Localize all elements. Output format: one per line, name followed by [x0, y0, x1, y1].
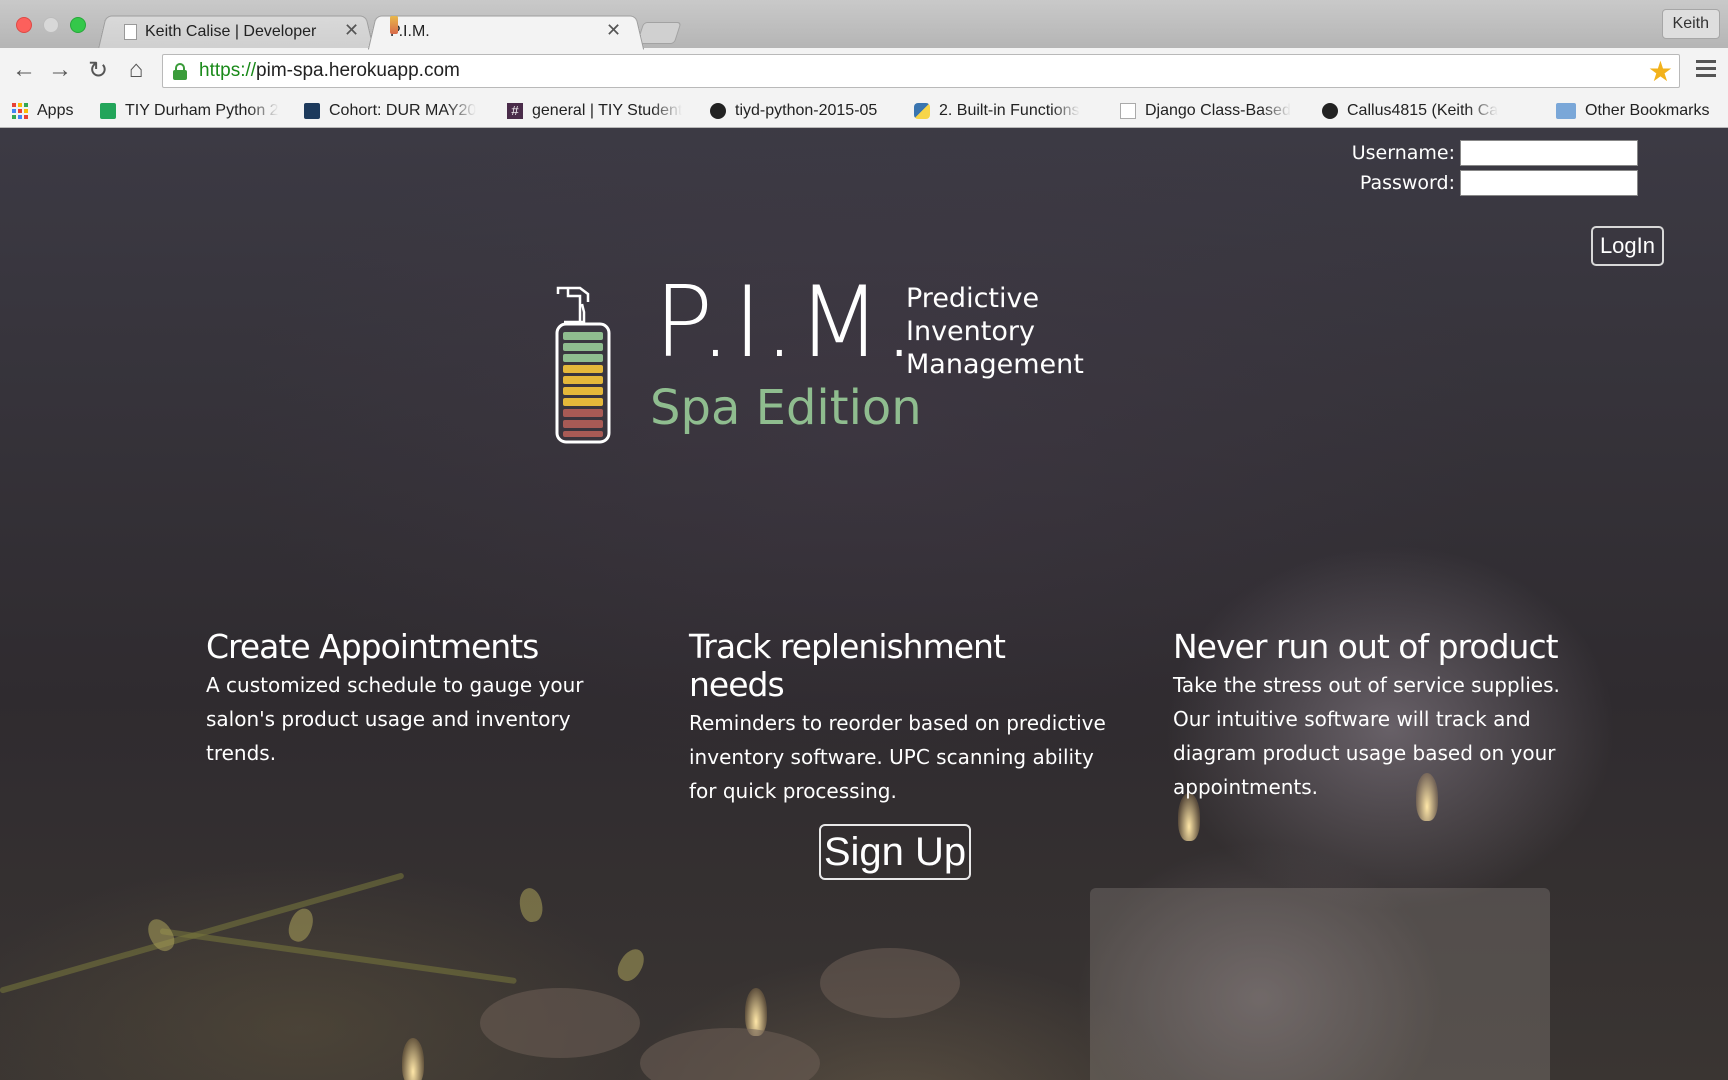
username-label: Username: [1351, 142, 1455, 164]
new-tab-button[interactable] [636, 22, 682, 44]
orchid-bud-image [517, 886, 545, 924]
stone-image [640, 1028, 820, 1080]
minimize-window-button[interactable] [43, 17, 59, 33]
pump-bottle-icon [555, 286, 611, 444]
bottle-favicon-icon [390, 16, 398, 34]
apps-grid-icon [12, 103, 28, 119]
bookmark-other[interactable]: Other Bookmarks [1556, 100, 1709, 122]
tagline-line: Predictive [906, 283, 1040, 314]
feature-replenishment: Track replenishment needs Reminders to r… [689, 628, 1109, 808]
password-label: Password: [1359, 172, 1455, 194]
home-icon[interactable]: ⌂ [122, 56, 150, 84]
zoom-window-button[interactable] [70, 17, 86, 33]
bookmark-label: Other Bookmarks [1585, 102, 1710, 119]
bookmark-label: general | TIY Student [532, 102, 683, 119]
tab-keith-calise-content[interactable]: Keith Calise | Developer [124, 16, 344, 48]
bookmark-label: Cohort: DUR MAY20 [329, 102, 477, 119]
url-host: pim-spa.herokuapp.com [256, 60, 460, 81]
bookmark-django[interactable]: Django Class-Based [1120, 100, 1302, 122]
tagline-line: Inventory [906, 316, 1035, 347]
reload-icon[interactable]: ↻ [84, 56, 112, 84]
bookmark-callus4815[interactable]: Callus4815 (Keith Ca [1322, 100, 1506, 122]
cohort-icon [304, 103, 320, 119]
tab-title: Keith Calise | Developer [145, 23, 317, 40]
page-icon [1120, 103, 1136, 119]
page-body: Username: Password: LogIn P.I.M. Predict… [0, 128, 1728, 1080]
signup-button[interactable]: Sign Up [819, 824, 971, 880]
candle-image [1090, 888, 1550, 1080]
back-arrow-icon[interactable]: ← [10, 56, 38, 84]
profile-button[interactable]: Keith [1661, 9, 1720, 39]
feature-text: Reminders to reorder based on predictive… [689, 711, 1106, 803]
sheets-icon [100, 103, 116, 119]
username-row: Username: [1352, 140, 1638, 166]
python-icon [914, 103, 930, 119]
browser-titlebar: Keith Calise | Developer ✕ P.I.M. ✕ Keit… [0, 0, 1728, 50]
github-icon [1322, 103, 1338, 119]
bookmark-label: 2. Built-in Functions [939, 102, 1080, 119]
feature-title: Track replenishment needs [689, 627, 1006, 704]
bookmark-tiy-durham[interactable]: TIY Durham Python 2 [100, 100, 286, 122]
bookmark-label: Apps [37, 102, 74, 119]
bookmark-star-icon[interactable]: ★ [1648, 55, 1673, 88]
feature-appointments: Create Appointments A customized schedul… [206, 628, 626, 770]
logo-acronym: P.I.M. [654, 266, 917, 380]
tab-pim-content[interactable]: P.I.M. [390, 16, 590, 48]
stone-image [480, 988, 640, 1058]
tagline-line: Management [906, 349, 1084, 380]
bookmark-slack-general[interactable]: # general | TIY Student [507, 100, 693, 122]
github-icon [710, 103, 726, 119]
bookmarks-bar: Apps TIY Durham Python 2 Cohort: DUR MAY… [0, 94, 1728, 128]
browser-toolbar: ← → ↻ ⌂ https:// pim-spa.herokuapp.com ★ [0, 48, 1728, 94]
bookmark-label: tiyd-python-2015-05 [735, 102, 878, 119]
feature-text: A customized schedule to gauge your salo… [206, 673, 584, 765]
forward-arrow-icon[interactable]: → [46, 56, 74, 84]
username-input[interactable] [1460, 140, 1638, 166]
logo-tagline: Predictive Inventory Management [906, 282, 1084, 381]
menu-icon[interactable] [1696, 60, 1716, 80]
bookmark-tiyd-python[interactable]: tiyd-python-2015-05 [710, 100, 877, 122]
feature-title: Create Appointments [206, 627, 539, 666]
address-bar[interactable]: https:// pim-spa.herokuapp.com ★ [162, 54, 1680, 88]
lock-icon [173, 63, 187, 80]
password-input[interactable] [1460, 170, 1638, 196]
candle-flame-image [402, 1038, 424, 1080]
close-tab-icon[interactable]: ✕ [606, 20, 621, 41]
slack-hash-icon: # [507, 103, 523, 119]
orchid-bud-image [612, 944, 650, 986]
folder-icon [1556, 103, 1576, 119]
features-section: Create Appointments A customized schedul… [206, 628, 1606, 804]
feature-text: Take the stress out of service supplies.… [1173, 673, 1560, 799]
stone-image [820, 948, 960, 1018]
bookmark-label: TIY Durham Python 2 [125, 102, 279, 119]
login-button[interactable]: LogIn [1590, 226, 1664, 266]
feature-title: Never run out of product [1173, 627, 1559, 666]
url-scheme: https:// [199, 60, 257, 81]
bookmark-label: Callus4815 (Keith Ca [1347, 102, 1499, 119]
logo-edition: Spa Edition [650, 380, 922, 436]
close-tab-icon[interactable]: ✕ [344, 20, 359, 41]
close-window-button[interactable] [16, 17, 32, 33]
bookmark-label: Django Class-Based [1145, 102, 1291, 119]
orchid-stem-image [159, 928, 517, 985]
bookmark-apps[interactable]: Apps [12, 100, 73, 122]
bookmark-python-builtins[interactable]: 2. Built-in Functions [914, 100, 1094, 122]
password-row: Password: [1360, 170, 1638, 196]
page-icon [124, 24, 137, 40]
orchid-bud-image [284, 905, 318, 945]
bookmark-cohort[interactable]: Cohort: DUR MAY20 [304, 100, 484, 122]
pim-logo: P.I.M. Predictive Inventory Management S… [554, 274, 1094, 456]
feature-never-run-out: Never run out of product Take the stress… [1173, 628, 1593, 804]
